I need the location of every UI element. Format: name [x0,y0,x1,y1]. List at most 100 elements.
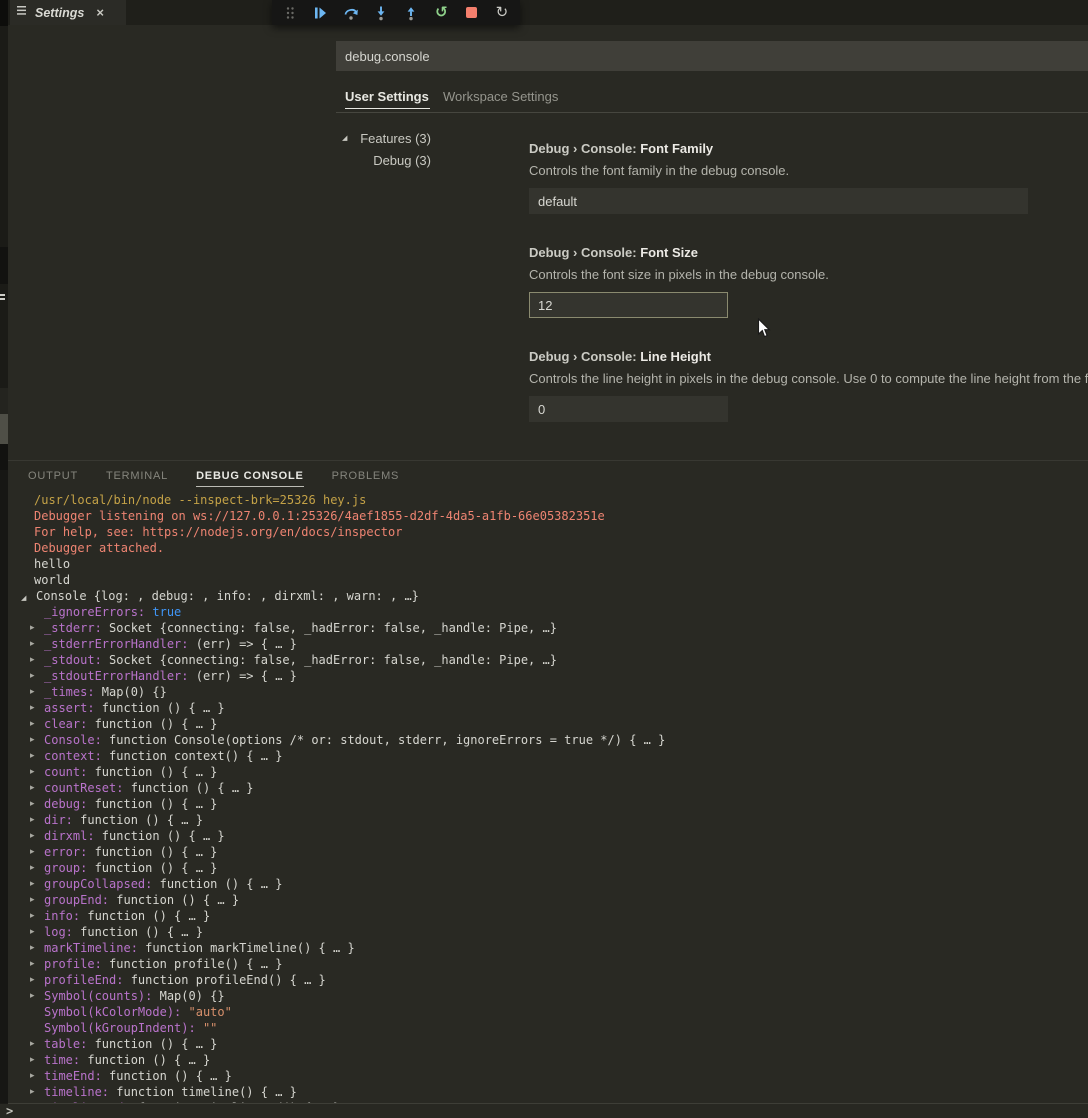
expand-icon[interactable]: ▸ [30,1086,35,1098]
activity-strip [0,0,8,1118]
panel-tab-output[interactable]: OUTPUT [28,470,78,487]
expand-icon[interactable]: ▸ [30,910,35,922]
console-line[interactable]: ▸clear: function () { … } [8,716,1088,732]
console-line[interactable]: ▸_stdout: Socket {connecting: false, _ha… [8,652,1088,668]
console-text-key: Symbol(kGroupIndent): [44,1021,203,1035]
restart-icon[interactable]: ↺ [432,4,450,22]
step-out-icon[interactable] [402,4,420,22]
expand-icon[interactable]: ▸ [30,1102,35,1103]
expand-icon[interactable]: ▸ [30,958,35,970]
console-line[interactable]: ▸dirxml: function () { … } [8,828,1088,844]
expand-icon[interactable]: ▸ [30,670,35,682]
expand-icon[interactable]: ▸ [30,750,35,762]
expand-icon[interactable]: ▸ [30,862,35,874]
tab-settings[interactable]: Settings × [10,0,126,25]
console-text-key: dir: [44,813,80,827]
console-line[interactable]: ▸assert: function () { … } [8,700,1088,716]
collapse-icon[interactable]: ◢ [342,134,347,142]
console-line[interactable]: ▸ dir: function () { … } [8,812,1088,828]
setting-value-input[interactable] [529,396,728,422]
panel-tab-problems[interactable]: PROBLEMS [332,470,400,487]
expand-icon[interactable]: ▸ [30,686,35,698]
expand-icon[interactable]: ▸ [30,990,35,1002]
toc-item-features[interactable]: ◢ Features (3) [340,131,431,146]
collapse-icon[interactable]: ◢ [21,592,26,604]
console-line[interactable]: ▸Console: function Console(options /* or… [8,732,1088,748]
console-text-key: markTimeline: [44,941,145,955]
expand-icon[interactable]: ▸ [30,718,35,730]
debug-console-output: /usr/local/bin/node --inspect-brk=25326 … [8,492,1088,1103]
gripper-icon[interactable] [281,4,299,22]
step-over-icon[interactable] [342,4,360,22]
close-icon[interactable]: × [96,6,104,19]
reload-icon[interactable]: ↻ [493,4,511,22]
expand-icon[interactable]: ▸ [30,1054,35,1066]
settings-search-input[interactable] [336,41,1088,71]
expand-icon[interactable]: ▸ [30,926,35,938]
console-line[interactable]: ▸log: function () { … } [8,924,1088,940]
console-line[interactable]: ▸info: function () { … } [8,908,1088,924]
console-input-row[interactable]: > [0,1104,1088,1118]
console-line[interactable]: ▸_stdoutErrorHandler: (err) => { … } [8,668,1088,684]
console-line[interactable]: ▸markTimeline: function markTimeline() {… [8,940,1088,956]
expand-icon[interactable]: ▸ [30,830,35,842]
step-into-icon[interactable] [372,4,390,22]
expand-icon[interactable]: ▸ [30,766,35,778]
console-line[interactable]: ▸_stderrErrorHandler: (err) => { … } [8,636,1088,652]
console-line[interactable]: ◢Console {log: , debug: , info: , dirxml… [8,588,1088,604]
expand-icon[interactable]: ▸ [30,654,35,666]
console-text-plain: function () { … } [109,1069,232,1083]
setting-name: Font Family [640,141,713,156]
console-line[interactable]: ▸table: function () { … } [8,1036,1088,1052]
console-line[interactable]: ▸countReset: function () { … } [8,780,1088,796]
console-line[interactable]: ▸timeEnd: function () { … } [8,1068,1088,1084]
continue-icon[interactable] [311,4,329,22]
expand-icon[interactable]: ▸ [30,622,35,634]
expand-icon[interactable]: ▸ [30,878,35,890]
expand-icon[interactable]: ▸ [30,846,35,858]
console-line[interactable]: ▸context: function context() { … } [8,748,1088,764]
expand-icon[interactable]: ▸ [30,942,35,954]
console-text-plain: function context() { … } [109,749,282,763]
console-text-key: _stderrErrorHandler: [44,637,196,651]
tab-workspace-settings[interactable]: Workspace Settings [443,89,558,104]
expand-icon[interactable]: ▸ [30,894,35,906]
stop-icon[interactable] [463,4,481,22]
expand-icon[interactable]: ▸ [30,1038,35,1050]
setting-value-input[interactable] [529,292,728,318]
expand-icon[interactable]: ▸ [30,1070,35,1082]
expand-icon[interactable]: ▸ [30,814,35,826]
expand-icon[interactable]: ▸ [30,782,35,794]
console-line[interactable]: ▸count: function () { … } [8,764,1088,780]
expand-icon[interactable]: ▸ [30,798,35,810]
console-text-key: _stdoutErrorHandler: [44,669,196,683]
console-line[interactable]: ▸timelineEnd: function timelineEnd() { …… [8,1100,1088,1103]
console-line[interactable]: ▸error: function () { … } [8,844,1088,860]
panel-tab-terminal[interactable]: TERMINAL [106,470,168,487]
setting-item: Debug › Console: Font FamilyControls the… [529,141,1088,214]
expand-icon[interactable]: ▸ [30,734,35,746]
console-text-plain: function () { … } [80,813,203,827]
strip-scroll-handle[interactable] [0,414,8,444]
setting-value-input[interactable] [529,188,1028,214]
toc-label: Debug (3) [373,153,431,168]
expand-icon[interactable]: ▸ [30,702,35,714]
console-line[interactable]: ▸_times: Map(0) {} [8,684,1088,700]
console-line[interactable]: ▸Symbol(counts): Map(0) {} [8,988,1088,1004]
console-line[interactable]: ▸debug: function () { … } [8,796,1088,812]
toc-item-debug[interactable]: Debug (3) [340,153,431,168]
console-line[interactable]: ▸_stderr: Socket {connecting: false, _ha… [8,620,1088,636]
strip-segment [0,470,8,1103]
tab-user-settings[interactable]: User Settings [345,89,429,104]
console-line[interactable]: ▸profileEnd: function profileEnd() { … } [8,972,1088,988]
expand-icon[interactable]: ▸ [30,974,35,986]
console-text-key: _stdout: [44,653,109,667]
panel-tab-debug-console[interactable]: DEBUG CONSOLE [196,470,304,487]
console-line[interactable]: ▸time: function () { … } [8,1052,1088,1068]
console-line[interactable]: ▸groupCollapsed: function () { … } [8,876,1088,892]
console-line[interactable]: ▸timeline: function timeline() { … } [8,1084,1088,1100]
expand-icon[interactable]: ▸ [30,638,35,650]
console-line[interactable]: ▸groupEnd: function () { … } [8,892,1088,908]
console-line[interactable]: ▸profile: function profile() { … } [8,956,1088,972]
console-line[interactable]: ▸group: function () { … } [8,860,1088,876]
